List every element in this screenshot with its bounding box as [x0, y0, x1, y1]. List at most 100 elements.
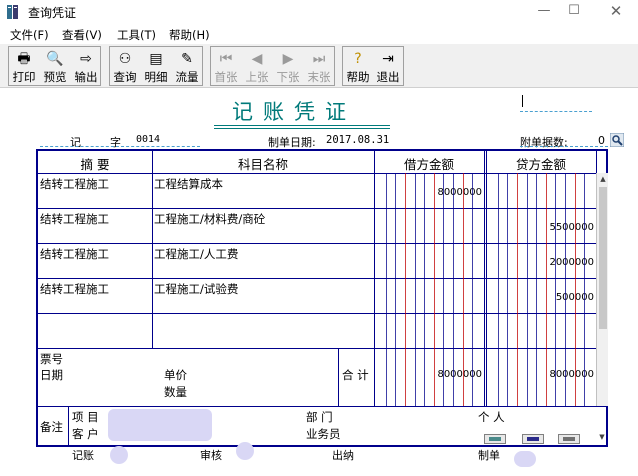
digit-column-line	[546, 173, 547, 406]
digit-column-line	[443, 173, 444, 406]
digit-column-line	[536, 173, 537, 406]
remark-card-button[interactable]	[484, 434, 506, 444]
customer-label: 客 户	[72, 427, 99, 441]
digit-column-line	[555, 173, 556, 406]
digit-column-line	[575, 173, 576, 406]
menu-bar: 文件(F) 查看(V) 工具(T) 帮助(H)	[0, 24, 638, 44]
header-summary: 摘 要	[80, 157, 110, 172]
bookkeeper-label: 记账	[72, 449, 94, 462]
printer-icon: 🖶	[17, 51, 31, 67]
maker-label: 制单	[478, 449, 500, 462]
header-debit: 借方金额	[403, 157, 454, 172]
total-debit: 8000000	[437, 369, 482, 380]
row-4-summary[interactable]: 结转工程施工	[40, 281, 109, 297]
digit-column-line	[453, 173, 454, 406]
col-divider	[486, 151, 487, 406]
menu-file[interactable]: 文件(F)	[10, 27, 49, 43]
menu-tools[interactable]: 工具(T)	[117, 27, 156, 43]
ledger-icon: ▤	[149, 51, 163, 67]
row-divider	[38, 243, 596, 244]
detail-button[interactable]: ▤ 明细	[141, 47, 171, 85]
digit-column-line	[434, 173, 435, 406]
voucher-date[interactable]: 2017.08.31	[326, 134, 389, 146]
attachments-underline	[520, 146, 608, 147]
toolbar: 🖶 打印 🔍 预览 ⇨ 输出 ⚇ 查询 ▤ 明细 ✎ 流量 ⏮ 首张 ◀ 上张 …	[0, 44, 638, 88]
redacted-project-value	[108, 409, 212, 441]
scroll-thumb[interactable]	[599, 187, 607, 329]
help-bulb-icon: ?	[354, 51, 362, 67]
digit-column-line	[463, 173, 464, 406]
export-button[interactable]: ⇨ 输出	[71, 47, 101, 85]
next-button[interactable]: ▶ 下张	[274, 47, 302, 85]
print-label: 打印	[12, 70, 36, 84]
export-icon: ⇨	[80, 51, 92, 67]
voucher-type: 记	[70, 136, 81, 149]
attachments-label: 附单据数:	[520, 136, 568, 149]
preview-button[interactable]: 🔍 预览	[40, 47, 70, 85]
exit-button[interactable]: ⇥ 退出	[374, 47, 402, 85]
row-2-account[interactable]: 工程施工/材料费/商砼	[154, 211, 265, 227]
digit-column-line	[395, 173, 396, 406]
row-2-credit[interactable]: 5500000	[488, 222, 594, 233]
remark-tool-button[interactable]	[558, 434, 580, 444]
row-1-account[interactable]: 工程结算成本	[154, 176, 223, 192]
preview-label: 预览	[43, 70, 67, 84]
help-button[interactable]: ? 帮助	[344, 47, 372, 85]
redacted-bookkeeper	[110, 446, 128, 464]
scroll-down-arrow-icon[interactable]: ▼	[596, 431, 608, 443]
title-underline-2	[214, 128, 390, 129]
query-button[interactable]: ⚇ 查询	[111, 47, 139, 85]
menu-view[interactable]: 查看(V)	[62, 27, 102, 43]
salesperson-label: 业务员	[306, 427, 341, 441]
redacted-maker	[514, 451, 536, 467]
col-divider	[484, 151, 485, 406]
title-bar: 查询凭证 — ☐ ✕	[0, 0, 638, 24]
row-3-credit[interactable]: 2000000	[488, 257, 594, 268]
flow-button[interactable]: ✎ 流量	[172, 47, 202, 85]
next-page-icon: ▶	[282, 51, 294, 67]
grid-scrollbar[interactable]: ▲	[596, 173, 608, 406]
date-label: 制单日期:	[268, 136, 316, 149]
reviewer-label: 审核	[200, 449, 222, 462]
digit-column-line	[527, 173, 528, 406]
digit-column-line	[424, 173, 425, 406]
last-label: 末张	[307, 70, 331, 84]
voucher-number[interactable]: 0014	[136, 134, 160, 145]
row-1-debit[interactable]: 8000000	[376, 187, 482, 198]
unit-price-label: 单价	[164, 368, 187, 382]
maximize-button[interactable]: ☐	[556, 0, 592, 24]
attachment-search-icon[interactable]	[610, 133, 624, 147]
voucher-entry-grid: 摘 要 科目名称 借方金额 贷方金额 结转工程施工 工程结算成本 8000000…	[36, 149, 608, 447]
totals-divider	[38, 406, 608, 407]
close-button[interactable]: ✕	[598, 0, 634, 24]
export-label: 输出	[74, 70, 98, 84]
ticket-date-label: 日期	[40, 368, 63, 382]
scroll-up-arrow-icon[interactable]: ▲	[597, 173, 609, 185]
prev-button[interactable]: ◀ 上张	[243, 47, 271, 85]
first-button[interactable]: ⏮ 首张	[212, 47, 240, 85]
detail-label: 明细	[144, 70, 168, 84]
row-4-credit[interactable]: 500000	[488, 292, 594, 303]
exit-door-icon: ⇥	[382, 51, 394, 67]
menu-help[interactable]: 帮助(H)	[169, 27, 210, 43]
voucher-note-field[interactable]	[520, 92, 592, 112]
window-title: 查询凭证	[28, 6, 77, 20]
remark-book-button[interactable]	[522, 434, 544, 444]
row-3-summary[interactable]: 结转工程施工	[40, 246, 109, 262]
digit-column-line	[584, 173, 585, 406]
redacted-reviewer	[236, 442, 254, 460]
title-underline	[214, 125, 390, 126]
digit-column-line	[386, 173, 387, 406]
col-divider	[152, 151, 153, 348]
digit-column-line	[565, 173, 566, 406]
row-2-summary[interactable]: 结转工程施工	[40, 211, 109, 227]
digit-column-line	[507, 173, 508, 406]
last-button[interactable]: ⏭ 末张	[305, 47, 333, 85]
total-label: 合 计	[342, 368, 369, 382]
row-4-account[interactable]: 工程施工/试验费	[154, 281, 238, 297]
digit-column-line	[498, 173, 499, 406]
row-3-account[interactable]: 工程施工/人工费	[154, 246, 238, 262]
row-1-summary[interactable]: 结转工程施工	[40, 176, 109, 192]
header-account: 科目名称	[237, 157, 288, 172]
print-button[interactable]: 🖶 打印	[10, 47, 38, 85]
